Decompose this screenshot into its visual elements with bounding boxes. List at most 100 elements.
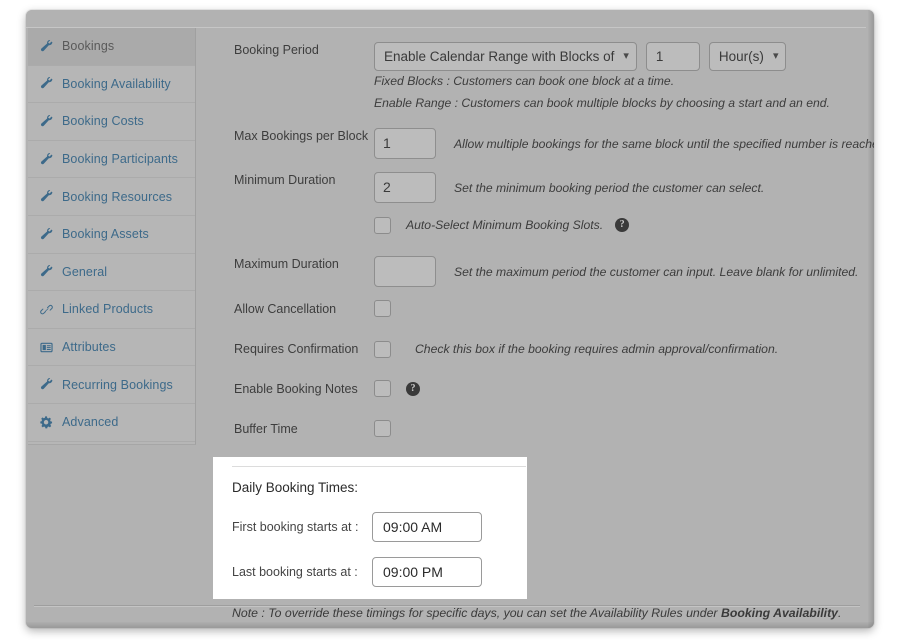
allow-cancellation-controls <box>374 300 391 317</box>
row-minimum-duration: Minimum Duration 2 Set the minimum booki… <box>234 172 764 203</box>
max-bookings-per-block-label: Max Bookings per Block <box>234 129 369 143</box>
wrench-icon <box>38 114 55 128</box>
row-enable-booking-notes: Enable Booking Notes ? <box>234 380 420 397</box>
enable-booking-notes-checkbox[interactable] <box>374 380 391 397</box>
settings-panel: Bookings Booking Availability Booking Cost… <box>26 10 874 628</box>
wrench-icon <box>38 378 55 391</box>
auto-select-checkbox[interactable] <box>374 216 391 234</box>
maximum-duration-label: Maximum Duration <box>234 257 339 271</box>
auto-select-controls: Auto-Select Minimum Booking Slots. ? <box>374 216 630 234</box>
minimum-duration-hint: Set the minimum booking period the custo… <box>454 180 765 195</box>
settings-sidebar: Bookings Booking Availability Booking Cost… <box>28 28 196 445</box>
row-max-bookings-per-block: Max Bookings per Block 1 Allow multiple … <box>234 128 874 159</box>
help-icon[interactable]: ? <box>615 218 630 232</box>
sidebar-item-label: Recurring Bookings <box>62 377 173 392</box>
booking-period-hint-enable-range: Enable Range : Customers can book multip… <box>374 96 830 110</box>
buffer-time-checkbox[interactable] <box>374 420 391 437</box>
row-buffer-time: Buffer Time <box>234 420 391 437</box>
sidebar-item-booking-assets[interactable]: Booking Assets <box>28 216 195 254</box>
max-bookings-per-block-controls: 1 Allow multiple bookings for the same b… <box>374 128 874 159</box>
sidebar-item-recurring-bookings[interactable]: Recurring Bookings <box>28 366 195 404</box>
minimum-duration-controls: 2 Set the minimum booking period the cus… <box>374 172 764 203</box>
chevron-down-icon: ▾ <box>772 50 779 62</box>
sidebar-item-label: Booking Assets <box>62 227 149 242</box>
sidebar-item-label: Booking Costs <box>62 114 144 129</box>
sidebar-item-booking-participants[interactable]: Booking Participants <box>28 141 195 179</box>
wrench-icon <box>38 265 55 278</box>
link-icon <box>38 303 55 316</box>
block-count-value: 1 <box>655 49 664 64</box>
wrench-icon <box>38 227 55 241</box>
max-bookings-per-block-hint: Allow multiple bookings for the same blo… <box>454 136 874 151</box>
wrench-icon <box>38 39 55 53</box>
availability-note-suffix: . <box>838 606 842 620</box>
booking-period-unit-select[interactable]: Hour(s) ▾ <box>708 42 787 71</box>
sidebar-item-label: Bookings <box>62 39 115 54</box>
gear-icon <box>38 416 55 429</box>
daily-booking-times-spotlight: Daily Booking Times: First booking start… <box>213 457 527 599</box>
sidebar-item-booking-availability[interactable]: Booking Availability <box>28 66 195 104</box>
spotlight-divider <box>232 466 526 467</box>
row-booking-period: Booking Period Enable Calendar Range wit… <box>234 42 787 71</box>
sidebar-item-label: Booking Participants <box>62 152 178 167</box>
maximum-duration-hint: Set the maximum period the customer can … <box>454 264 859 279</box>
buffer-time-label: Buffer Time <box>234 421 298 436</box>
wrench-icon <box>38 190 55 203</box>
allow-cancellation-label: Allow Cancellation <box>234 301 337 316</box>
sidebar-item-label: Booking Resources <box>62 189 173 204</box>
sidebar-item-label: General <box>62 264 108 279</box>
chevron-down-icon: ▾ <box>623 50 629 62</box>
row-allow-cancellation: Allow Cancellation <box>234 300 391 317</box>
maximum-duration-input[interactable] <box>374 256 436 287</box>
booking-period-hint-fixed-blocks: Fixed Blocks : Customers can book one bl… <box>374 74 675 88</box>
sidebar-item-label: Advanced <box>62 415 119 430</box>
sidebar-item-linked-products[interactable]: Linked Products <box>28 291 195 329</box>
wrench-icon <box>38 77 55 90</box>
attributes-icon <box>38 341 55 354</box>
booking-period-controls: Enable Calendar Range with Blocks of ▾ 1… <box>374 42 787 71</box>
sidebar-item-booking-resources[interactable]: Booking Resources <box>28 178 195 216</box>
sidebar-item-general[interactable]: General <box>28 254 195 292</box>
daily-booking-times-title: Daily Booking Times: <box>232 480 359 495</box>
last-booking-label: Last booking starts at : <box>232 565 358 579</box>
buffer-time-controls <box>374 420 391 437</box>
row-maximum-duration: Maximum Duration Set the maximum period … <box>234 256 858 287</box>
requires-confirmation-controls: Check this box if the booking requires a… <box>374 340 778 358</box>
first-booking-time-input[interactable]: 09:00 AM <box>372 512 482 542</box>
enable-booking-notes-controls: ? <box>374 380 420 397</box>
availability-note-prefix: Note : To override these timings for spe… <box>232 606 721 620</box>
row-requires-confirmation: Requires Confirmation Check this box if … <box>234 340 778 358</box>
availability-note-emphasis: Booking Availability <box>720 606 839 620</box>
allow-cancellation-checkbox[interactable] <box>374 300 391 317</box>
booking-period-label: Booking Period <box>234 43 319 57</box>
booking-period-unit-value: Hour(s) <box>718 49 764 64</box>
minimum-duration-label: Minimum Duration <box>234 173 336 187</box>
sidebar-item-booking-costs[interactable]: Booking Costs <box>28 103 195 141</box>
availability-note: Note : To override these timings for spe… <box>232 606 841 620</box>
row-auto-select: Auto-Select Minimum Booking Slots. ? <box>234 216 630 234</box>
auto-select-label: Auto-Select Minimum Booking Slots. <box>406 218 604 232</box>
block-count-input[interactable]: 1 <box>645 42 700 71</box>
row-last-booking: Last booking starts at : 09:00 PM <box>232 557 482 587</box>
help-icon[interactable]: ? <box>406 381 420 396</box>
requires-confirmation-label: Requires Confirmation <box>234 342 359 356</box>
maximum-duration-controls: Set the maximum period the customer can … <box>374 256 858 287</box>
max-bookings-per-block-input[interactable]: 1 <box>374 128 436 159</box>
booking-period-mode-value: Enable Calendar Range with Blocks of <box>384 49 615 64</box>
auto-select-spacer <box>234 217 374 233</box>
sidebar-item-label: Booking Availability <box>62 76 171 91</box>
sidebar-item-bookings[interactable]: Bookings <box>28 28 195 66</box>
enable-booking-notes-label: Enable Booking Notes <box>234 381 358 396</box>
sidebar-item-advanced[interactable]: Advanced <box>28 404 195 442</box>
booking-period-mode-select[interactable]: Enable Calendar Range with Blocks of ▾ <box>374 42 637 71</box>
wrench-icon <box>38 152 55 166</box>
sidebar-item-attributes[interactable]: Attributes <box>28 329 195 367</box>
panel-bottom-divider-highlight <box>34 606 860 607</box>
requires-confirmation-hint: Check this box if the booking requires a… <box>415 342 779 356</box>
last-booking-time-input[interactable]: 09:00 PM <box>372 557 482 587</box>
minimum-duration-input[interactable]: 2 <box>374 172 436 203</box>
requires-confirmation-checkbox[interactable] <box>374 340 391 358</box>
first-booking-label: First booking starts at : <box>232 520 359 534</box>
sidebar-item-label: Linked Products <box>62 302 154 317</box>
row-first-booking: First booking starts at : 09:00 AM <box>232 512 482 542</box>
